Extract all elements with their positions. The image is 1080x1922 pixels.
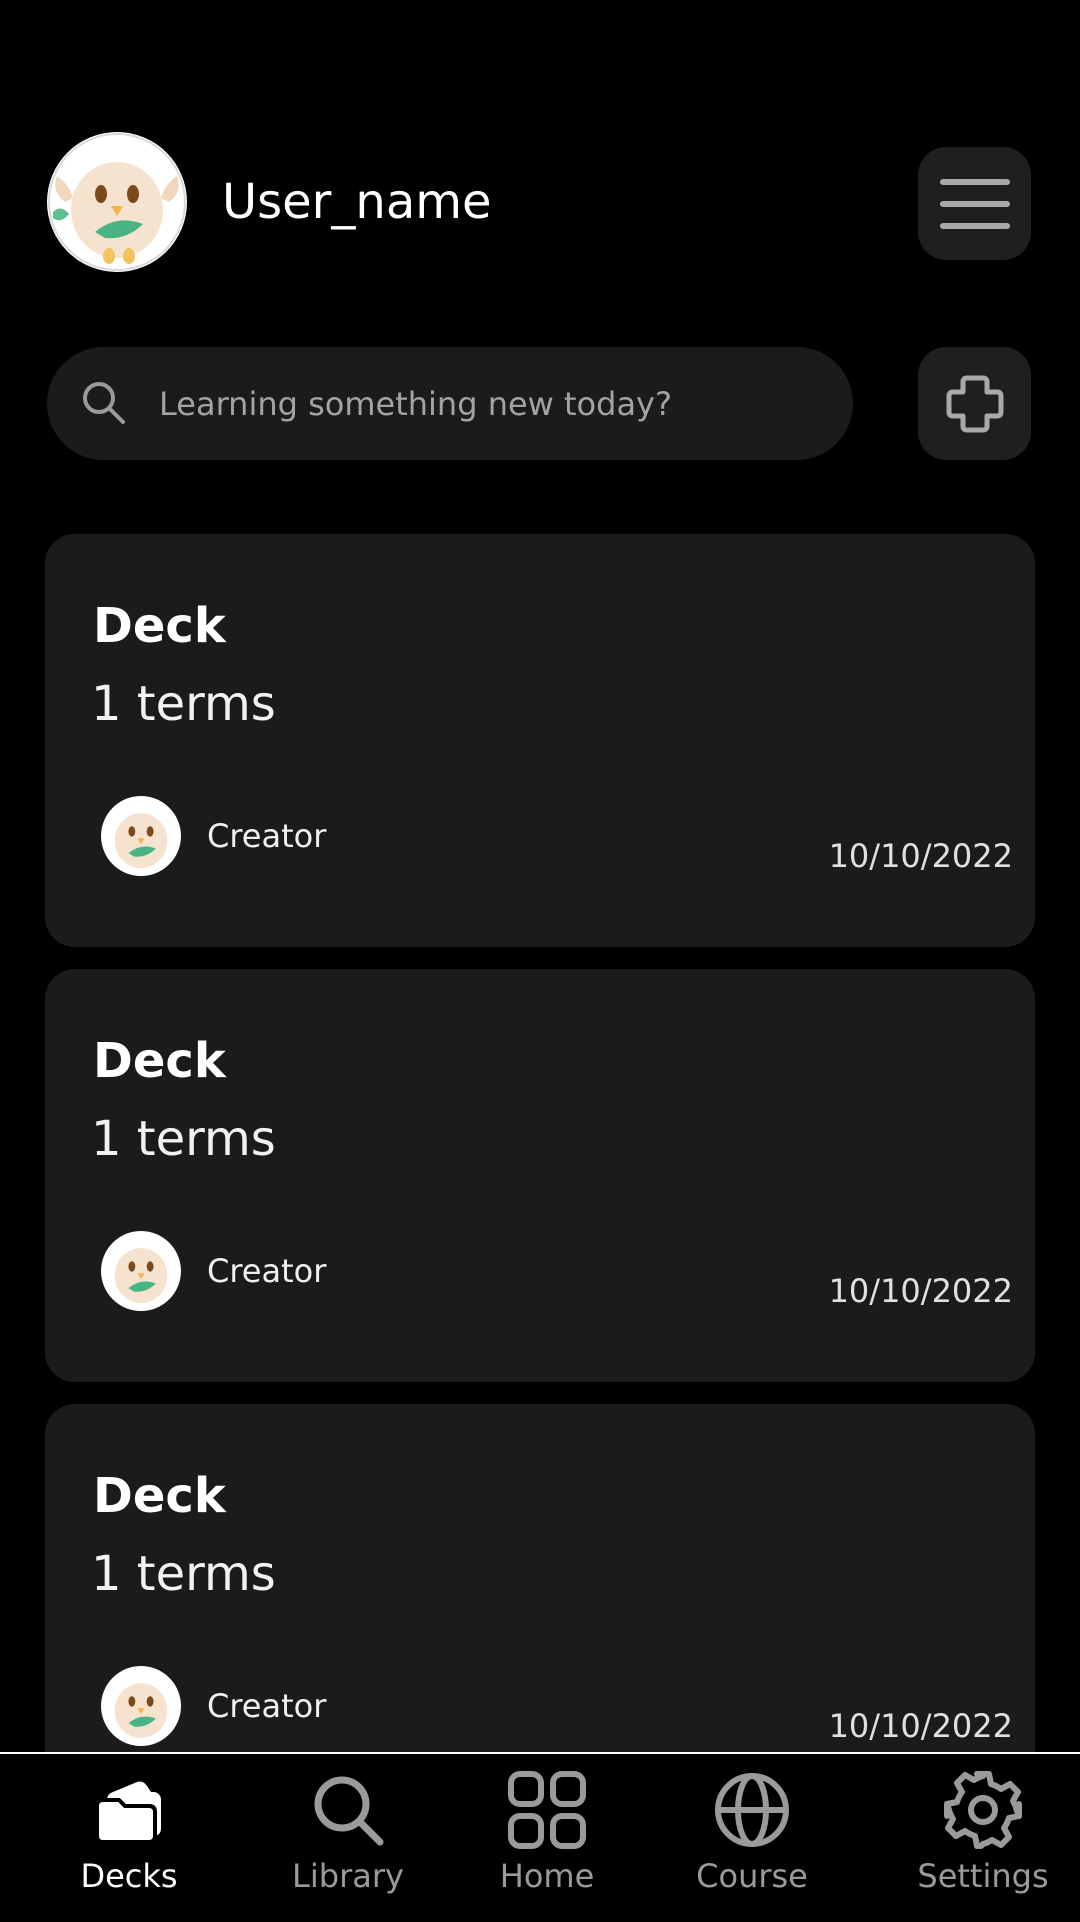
bird-avatar-icon bbox=[48, 133, 186, 271]
search-icon bbox=[83, 382, 125, 424]
search-bar[interactable] bbox=[47, 347, 853, 460]
gear-icon bbox=[944, 1771, 1022, 1849]
decks-screen: User_name Deck 1 terms bbox=[0, 0, 1080, 1922]
nav-item-home[interactable]: Home bbox=[457, 1770, 637, 1910]
deck-creator: Creator bbox=[207, 1252, 327, 1290]
nav-item-course[interactable]: Course bbox=[662, 1770, 842, 1910]
deck-date: 10/10/2022 bbox=[828, 837, 1013, 875]
deck-card[interactable]: Deck 1 terms Creator 10/10/2022 bbox=[45, 969, 1035, 1382]
search-icon bbox=[314, 1776, 384, 1846]
deck-title: Deck bbox=[93, 1033, 226, 1089]
deck-date: 10/10/2022 bbox=[828, 1272, 1013, 1310]
deck-terms-count: 1 terms bbox=[91, 1111, 276, 1167]
deck-title: Deck bbox=[93, 598, 226, 654]
creator-avatar bbox=[101, 796, 181, 876]
nav-item-decks[interactable]: Decks bbox=[39, 1770, 219, 1910]
bird-avatar-icon bbox=[102, 1667, 180, 1745]
hamburger-menu-icon bbox=[939, 178, 1010, 229]
nav-item-library[interactable]: Library bbox=[258, 1770, 438, 1910]
menu-button[interactable] bbox=[918, 147, 1031, 260]
creator-avatar bbox=[101, 1231, 181, 1311]
username: User_name bbox=[222, 174, 492, 230]
deck-creator: Creator bbox=[207, 1687, 327, 1725]
nav-label-library: Library bbox=[292, 1857, 404, 1895]
deck-creator: Creator bbox=[207, 817, 327, 855]
bird-avatar-icon bbox=[102, 797, 180, 875]
folders-icon bbox=[95, 1781, 161, 1844]
bird-avatar-icon bbox=[102, 1232, 180, 1310]
globe-icon bbox=[715, 1773, 789, 1847]
nav-label-home: Home bbox=[499, 1857, 595, 1895]
nav-item-settings[interactable]: Settings bbox=[893, 1770, 1073, 1910]
grid-icon bbox=[508, 1771, 586, 1849]
deck-terms-count: 1 terms bbox=[91, 1546, 276, 1602]
plus-icon bbox=[946, 375, 1003, 432]
deck-terms-count: 1 terms bbox=[91, 676, 276, 732]
nav-label-decks: Decks bbox=[80, 1857, 178, 1895]
creator-avatar bbox=[101, 1666, 181, 1746]
bottom-navigation: Decks Library Home Course Settings bbox=[0, 1752, 1080, 1922]
deck-card[interactable]: Deck 1 terms Creator 10/10/2022 bbox=[45, 534, 1035, 947]
add-deck-button[interactable] bbox=[918, 347, 1031, 460]
user-avatar[interactable] bbox=[47, 132, 187, 272]
search-input[interactable] bbox=[157, 373, 821, 435]
nav-label-settings: Settings bbox=[917, 1857, 1049, 1895]
deck-date: 10/10/2022 bbox=[828, 1707, 1013, 1745]
nav-label-course: Course bbox=[696, 1857, 808, 1895]
deck-title: Deck bbox=[93, 1468, 226, 1524]
